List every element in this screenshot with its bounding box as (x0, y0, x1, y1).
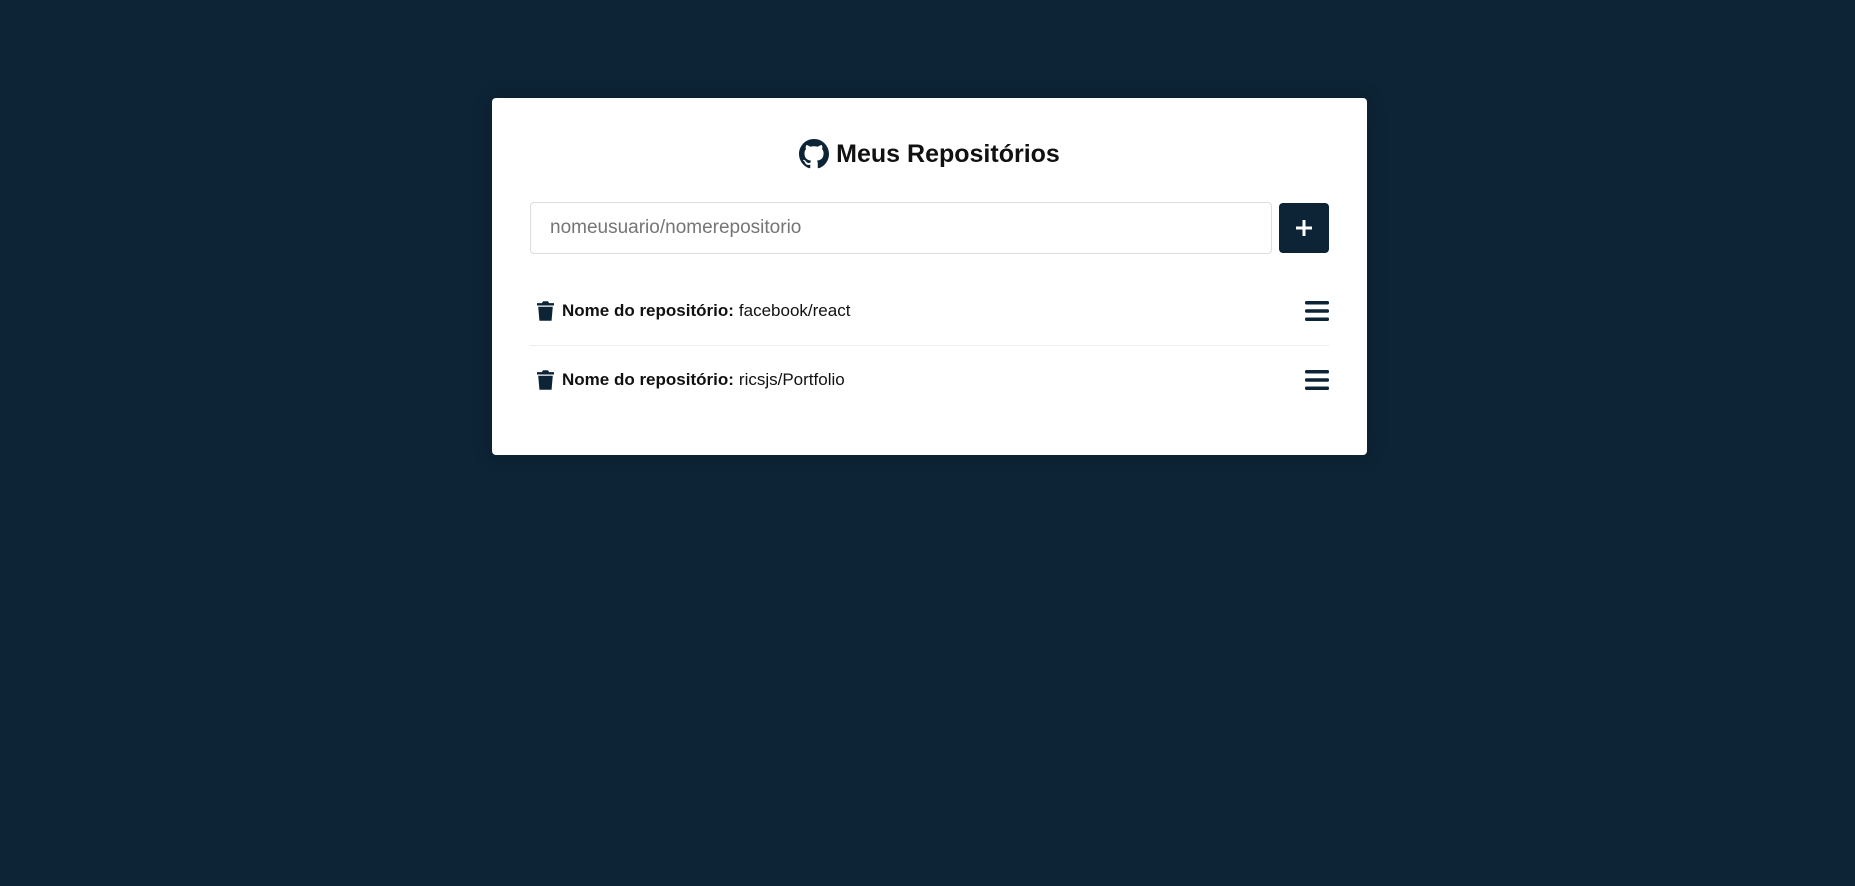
repository-list: Nome do repositório: facebook/react Nome… (530, 277, 1329, 413)
plus-icon (1296, 220, 1312, 236)
page-title: Meus Repositórios (530, 98, 1329, 172)
repository-name-label: Nome do repositório: (562, 301, 734, 320)
list-item: Nome do repositório: ricsjs/Portfolio (530, 345, 1329, 413)
add-repository-button[interactable] (1279, 203, 1329, 253)
repository-info: Nome do repositório: facebook/react (530, 301, 850, 321)
trash-icon[interactable] (537, 369, 554, 390)
repository-name: facebook/react (738, 301, 851, 320)
github-icon (799, 139, 830, 169)
repository-info: Nome do repositório: ricsjs/Portfolio (530, 370, 845, 390)
repositories-card: Meus Repositórios Nome do repositório: f… (492, 98, 1367, 455)
repository-input[interactable] (530, 202, 1272, 254)
repository-name: ricsjs/Portfolio (738, 369, 845, 389)
trash-icon[interactable] (537, 301, 554, 321)
page-title-text: Meus Repositórios (836, 139, 1060, 168)
menu-icon[interactable] (1305, 369, 1329, 391)
list-item: Nome do repositório: facebook/react (530, 277, 1329, 345)
menu-icon[interactable] (1305, 300, 1329, 322)
add-repo-form (530, 202, 1329, 254)
repository-name-label: Nome do repositório: (562, 369, 734, 389)
